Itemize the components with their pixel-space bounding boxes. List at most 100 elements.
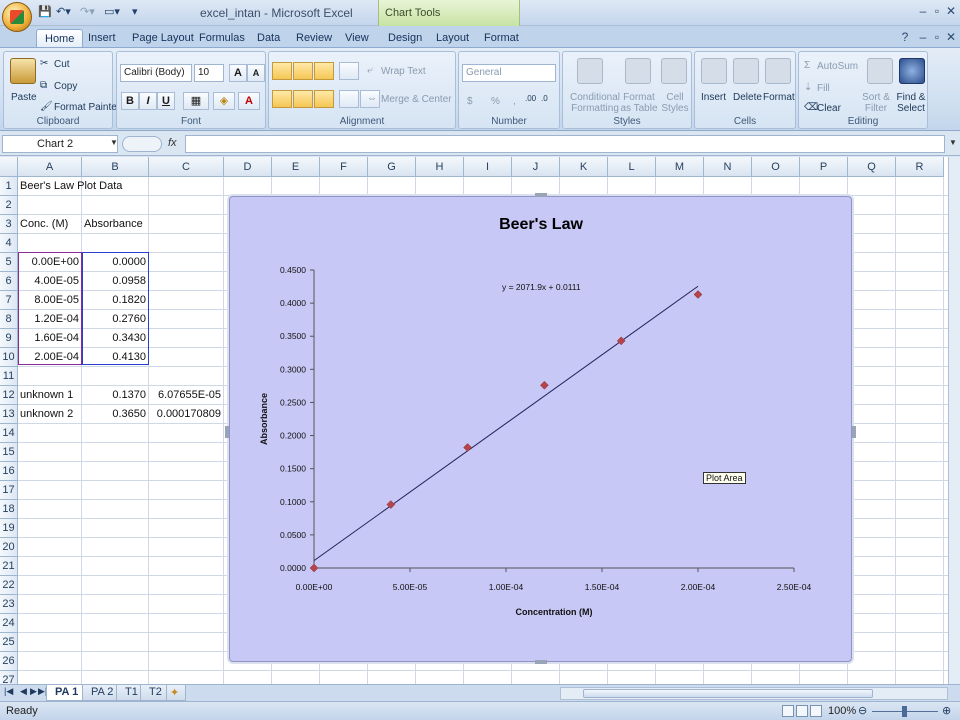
chart-resize-handle-bottom[interactable] bbox=[535, 660, 547, 664]
row-header-11[interactable]: 11 bbox=[0, 367, 18, 386]
tab-view[interactable]: View bbox=[337, 29, 377, 48]
chart-resize-handle-right[interactable] bbox=[852, 426, 856, 438]
close-icon[interactable]: ✕ bbox=[944, 4, 958, 18]
paste-icon[interactable] bbox=[10, 58, 36, 84]
align-top-icon[interactable] bbox=[272, 62, 292, 80]
paste-button[interactable]: Paste bbox=[11, 92, 37, 103]
vertical-scrollbar[interactable] bbox=[948, 157, 960, 684]
row-header-13[interactable]: 13 bbox=[0, 405, 18, 424]
row-header-6[interactable]: 6 bbox=[0, 272, 18, 291]
row-header-4[interactable]: 4 bbox=[0, 234, 18, 253]
cell-c12[interactable]: 6.07655E-05 bbox=[149, 386, 224, 405]
cell-a1[interactable]: Beer's Law Plot Data bbox=[18, 177, 122, 196]
column-header-g[interactable]: G bbox=[368, 157, 416, 177]
row-header-23[interactable]: 23 bbox=[0, 595, 18, 614]
cell-styles-icon[interactable] bbox=[661, 58, 687, 84]
column-header-f[interactable]: F bbox=[320, 157, 368, 177]
column-header-e[interactable]: E bbox=[272, 157, 320, 177]
name-box-dropdown-icon[interactable]: ▼ bbox=[110, 138, 118, 147]
row-header-21[interactable]: 21 bbox=[0, 557, 18, 576]
column-header-l[interactable]: L bbox=[608, 157, 656, 177]
tab-formulas[interactable]: Formulas bbox=[191, 29, 253, 48]
format-painter-icon[interactable]: 🖌 bbox=[40, 101, 53, 112]
zoom-slider-thumb[interactable] bbox=[902, 706, 907, 717]
column-header-p[interactable]: P bbox=[800, 157, 848, 177]
format-painter-button[interactable]: Format Painter bbox=[54, 102, 120, 113]
row-header-10[interactable]: 10 bbox=[0, 348, 18, 367]
decrease-indent-icon[interactable] bbox=[339, 90, 359, 108]
column-header-m[interactable]: M bbox=[656, 157, 704, 177]
italic-button[interactable]: I bbox=[139, 92, 157, 110]
column-header-r[interactable]: R bbox=[896, 157, 944, 177]
borders-icon[interactable]: ▦ bbox=[183, 92, 209, 110]
row-header-15[interactable]: 15 bbox=[0, 443, 18, 462]
row-header-25[interactable]: 25 bbox=[0, 633, 18, 652]
select-all-corner[interactable] bbox=[0, 157, 18, 177]
insert-sheet-icon[interactable]: ✦ bbox=[166, 685, 186, 701]
decrease-decimal-icon[interactable]: .0 bbox=[541, 94, 548, 103]
normal-view-icon[interactable] bbox=[782, 705, 794, 717]
zoom-in-icon[interactable]: ⊕ bbox=[942, 704, 951, 717]
row-header-7[interactable]: 7 bbox=[0, 291, 18, 310]
autosum-button[interactable]: AutoSum bbox=[817, 61, 858, 72]
row-header-16[interactable]: 16 bbox=[0, 462, 18, 481]
column-header-i[interactable]: I bbox=[464, 157, 512, 177]
redo-icon[interactable]: ↷▾ bbox=[80, 5, 95, 21]
customize-qat-icon[interactable]: ▾ bbox=[132, 5, 138, 21]
column-header-o[interactable]: O bbox=[752, 157, 800, 177]
scissors-icon[interactable]: ✂ bbox=[40, 58, 48, 69]
workbook-close-icon[interactable]: ✕ bbox=[944, 30, 958, 44]
cell-c13[interactable]: 0.000170809 bbox=[149, 405, 224, 424]
format-cells-button[interactable]: Format bbox=[763, 92, 795, 103]
orientation-icon[interactable] bbox=[339, 62, 359, 80]
cell-b12[interactable]: 0.1370 bbox=[82, 386, 149, 405]
help-icon[interactable]: ? bbox=[898, 30, 912, 44]
sheet-nav-first-icon[interactable]: |◀ bbox=[4, 686, 13, 697]
column-header-k[interactable]: K bbox=[560, 157, 608, 177]
column-header-q[interactable]: Q bbox=[848, 157, 896, 177]
chart-resize-handle-top[interactable] bbox=[535, 193, 547, 197]
row-header-2[interactable]: 2 bbox=[0, 196, 18, 215]
conditional-formatting-button[interactable]: Conditional Formatting bbox=[566, 92, 624, 114]
row-header-20[interactable]: 20 bbox=[0, 538, 18, 557]
horizontal-scroll-thumb[interactable] bbox=[583, 689, 873, 698]
insert-cells-icon[interactable] bbox=[701, 58, 727, 84]
row-header-22[interactable]: 22 bbox=[0, 576, 18, 595]
align-left-icon[interactable] bbox=[272, 90, 292, 108]
underline-button[interactable]: U bbox=[157, 92, 175, 110]
shrink-font-icon[interactable]: A bbox=[247, 64, 265, 82]
tab-layout[interactable]: Layout bbox=[428, 29, 477, 48]
sheet-nav-next-icon[interactable]: ▶ bbox=[30, 686, 37, 697]
row-header-26[interactable]: 26 bbox=[0, 652, 18, 671]
conditional-formatting-icon[interactable] bbox=[577, 58, 603, 84]
autosum-icon[interactable]: Σ bbox=[804, 60, 810, 71]
column-header-b[interactable]: B bbox=[82, 157, 149, 177]
font-name-select[interactable]: Calibri (Body) bbox=[120, 64, 192, 82]
insert-function-icon[interactable]: fx bbox=[168, 137, 177, 149]
delete-cells-icon[interactable] bbox=[733, 58, 759, 84]
formula-input[interactable] bbox=[185, 135, 945, 153]
fill-button[interactable]: Fill bbox=[817, 83, 830, 94]
row-header-3[interactable]: 3 bbox=[0, 215, 18, 234]
currency-button[interactable]: $ bbox=[467, 96, 473, 107]
tab-data[interactable]: Data bbox=[249, 29, 288, 48]
row-header-18[interactable]: 18 bbox=[0, 500, 18, 519]
align-bottom-icon[interactable] bbox=[314, 62, 334, 80]
wrap-text-icon[interactable]: ⤶ bbox=[367, 65, 373, 76]
merge-center-button[interactable]: Merge & Center bbox=[381, 94, 452, 105]
zoom-out-icon[interactable]: ⊖ bbox=[858, 704, 867, 717]
sheet-nav-prev-icon[interactable]: ◀ bbox=[20, 686, 27, 697]
tab-format[interactable]: Format bbox=[476, 29, 527, 48]
row-header-12[interactable]: 12 bbox=[0, 386, 18, 405]
formula-expand-circle-icon[interactable] bbox=[122, 136, 162, 152]
font-size-select[interactable]: 10 bbox=[194, 64, 224, 82]
tab-insert[interactable]: Insert bbox=[80, 29, 124, 48]
quick-access-custom-icon[interactable]: ▭▾ bbox=[104, 5, 120, 21]
fill-color-icon[interactable]: ◈ bbox=[213, 92, 235, 110]
minimize-icon[interactable]: – bbox=[916, 4, 930, 18]
bold-button[interactable]: B bbox=[121, 92, 139, 110]
binoculars-icon[interactable] bbox=[899, 58, 925, 84]
column-header-n[interactable]: N bbox=[704, 157, 752, 177]
cell-styles-button[interactable]: Cell Styles bbox=[659, 92, 691, 114]
format-cells-icon[interactable] bbox=[765, 58, 791, 84]
